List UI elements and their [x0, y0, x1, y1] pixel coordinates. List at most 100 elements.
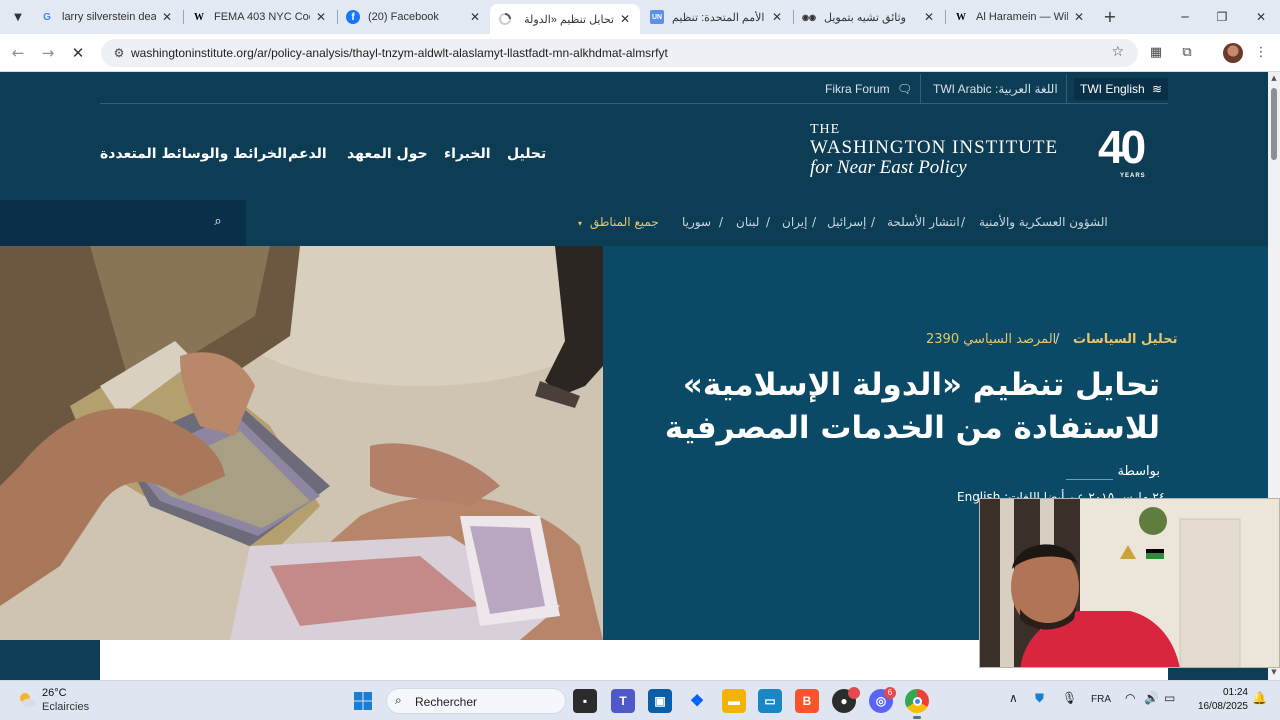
- nav-experts[interactable]: الخبراء: [444, 146, 491, 162]
- region-lebanon[interactable]: لبنان: [736, 215, 759, 229]
- wikipedia-icon: W: [194, 11, 204, 23]
- bookmark-star-icon[interactable]: ☆: [1111, 44, 1124, 60]
- volume-icon[interactable]: 🔊: [1144, 691, 1159, 705]
- clock-time: 01:24: [1222, 687, 1248, 698]
- close-icon[interactable]: ✕: [468, 10, 482, 24]
- close-icon[interactable]: ✕: [1072, 10, 1086, 24]
- breadcrumb-policy-analysis[interactable]: تحليل السياسات: [1073, 332, 1177, 347]
- lang-english-link[interactable]: TWI English ≋: [1074, 78, 1169, 100]
- washington-institute-logo[interactable]: THE WASHINGTON INSTITUTE for Near East P…: [810, 122, 1170, 182]
- teams-icon[interactable]: T: [611, 689, 635, 713]
- back-arrow-icon[interactable]: ←: [7, 42, 29, 64]
- region-nav: ⌕ الشؤون العسكرية والأمنية / انتشار الأس…: [0, 200, 1268, 246]
- obs-recording-badge: [848, 687, 860, 699]
- site-info-icon[interactable]: ⚙: [111, 45, 127, 61]
- tray-overflow-chevron-icon[interactable]: ∧: [1009, 691, 1018, 705]
- close-icon[interactable]: ✕: [314, 10, 328, 24]
- weather-description[interactable]: Eclaircies: [42, 701, 89, 713]
- restore-icon[interactable]: ❐: [1211, 6, 1233, 28]
- notification-bell-icon[interactable]: 🔔: [1252, 691, 1267, 705]
- scrollbar-thumb[interactable]: [1271, 88, 1277, 160]
- tab-wikileaks[interactable]: ◉◉ وثائق تشيه بتمويل ✕: [794, 4, 944, 30]
- forward-arrow-icon[interactable]: →: [37, 42, 59, 64]
- region-separator: /: [961, 215, 966, 229]
- article-title-line-1: تحايل تنظيم «الدولة الإسلامية»: [682, 367, 1160, 403]
- window-close-icon[interactable]: ✕: [1250, 6, 1272, 28]
- webcam-person-illustration: [980, 499, 1279, 667]
- region-military-security[interactable]: الشؤون العسكرية والأمنية: [979, 215, 1108, 229]
- fikra-forum-label: Fikra Forum: [825, 82, 890, 96]
- byline-author-underline[interactable]: [1066, 479, 1113, 480]
- translate-icon[interactable]: ▦: [1147, 44, 1165, 62]
- webcam-overlay: [979, 498, 1280, 668]
- scroll-up-arrow-icon[interactable]: ▲: [1270, 74, 1278, 82]
- extensions-puzzle-icon[interactable]: ⧉: [1178, 44, 1196, 62]
- nav-support[interactable]: الدعم: [288, 146, 327, 162]
- site-search[interactable]: ⌕: [0, 200, 246, 246]
- tab-google-search[interactable]: G larry silverstein deal ✕: [32, 4, 182, 30]
- minimize-icon[interactable]: ─: [1174, 6, 1196, 28]
- close-icon[interactable]: ✕: [770, 10, 784, 24]
- tab-wikipedia-al-haramein[interactable]: W Al Haramein — Wiki ✕: [946, 4, 1094, 30]
- nav-analysis[interactable]: تحليل: [507, 146, 546, 162]
- profile-avatar[interactable]: [1223, 43, 1243, 63]
- wifi-icon[interactable]: ◠: [1125, 691, 1135, 705]
- windows-start-icon[interactable]: [351, 689, 375, 713]
- logo-years: YEARS: [1120, 173, 1146, 179]
- close-icon[interactable]: ✕: [618, 12, 632, 26]
- chat-bubble-icon: 🗨: [897, 82, 913, 96]
- taskbar-clock[interactable]: 01:24 16/08/2025: [1192, 686, 1248, 714]
- search-icon: ⌕: [395, 693, 402, 707]
- address-bar[interactable]: ⚙ washingtoninstitute.org/ar/policy-anal…: [101, 39, 1138, 67]
- nav-maps-media[interactable]: الخرائط والوسائط المتعددة: [100, 146, 287, 162]
- weather-partly-cloudy-icon[interactable]: [16, 689, 38, 711]
- money-counting-illustration: [0, 246, 603, 640]
- tab-facebook[interactable]: f (20) Facebook ✕: [338, 4, 490, 30]
- menu-kebab-icon[interactable]: ⋮: [1252, 44, 1270, 62]
- input-language[interactable]: FRA: [1091, 694, 1111, 705]
- tab-title: FEMA 403 NYC Coop: [214, 11, 310, 23]
- region-weapons-proliferation[interactable]: انتشار الأسلحة: [887, 215, 960, 229]
- article-title: تحايل تنظيم «الدولة الإسلامية» للاستفادة…: [640, 364, 1160, 450]
- all-regions-dropdown[interactable]: جميع المناطق ▾: [578, 215, 659, 229]
- region-separator: /: [812, 215, 817, 229]
- tab-wikipedia-fema[interactable]: W FEMA 403 NYC Coop ✕: [184, 4, 336, 30]
- microphone-icon[interactable]: 🎙: [1062, 691, 1077, 705]
- lang-arabic-link[interactable]: TWI Arabic :اللغة العربية: [933, 78, 1058, 100]
- search-icon[interactable]: ⌕: [210, 214, 226, 230]
- fikra-forum-link[interactable]: Fikra Forum 🗨: [825, 78, 912, 100]
- tab-un-news[interactable]: UN الأمم المتحدة: تنظيم ✕: [642, 4, 792, 30]
- tab-washington-institute[interactable]: تحايل تنظيم «الدولة الإ ✕: [490, 4, 640, 34]
- chrome-icon[interactable]: [905, 689, 929, 713]
- all-regions-label: جميع المناطق: [589, 215, 659, 229]
- brave-icon[interactable]: B: [795, 689, 819, 713]
- tab-title: (20) Facebook: [368, 11, 439, 23]
- dropbox-icon[interactable]: ❖: [685, 689, 709, 713]
- lang-separator: [920, 74, 921, 104]
- chevron-down-icon: ▾: [578, 219, 583, 228]
- taskbar-search-box[interactable]: ⌕ Rechercher: [386, 688, 566, 714]
- clock-date: 16/08/2025: [1197, 701, 1248, 712]
- tab-search-chevron-icon[interactable]: ▼: [6, 5, 30, 29]
- close-icon[interactable]: ✕: [160, 10, 174, 24]
- battery-icon[interactable]: ▭: [1164, 691, 1175, 705]
- weather-temperature[interactable]: 26°C: [42, 687, 67, 699]
- un-icon: UN: [650, 10, 664, 24]
- store-icon[interactable]: ▣: [648, 689, 672, 713]
- region-israel[interactable]: إسرائيل: [827, 215, 866, 229]
- tab-title: الأمم المتحدة: تنظيم: [672, 11, 765, 24]
- nav-about[interactable]: حول المعهد: [347, 146, 428, 162]
- region-syria[interactable]: سوريا: [682, 215, 711, 229]
- lang-english-label: TWI English: [1080, 82, 1145, 96]
- browser-toolbar: ← → ✕ ⚙ washingtoninstitute.org/ar/polic…: [0, 34, 1280, 72]
- scroll-down-arrow-icon[interactable]: ▼: [1270, 668, 1278, 676]
- region-iran[interactable]: إيران: [782, 215, 807, 229]
- remote-desktop-icon[interactable]: ▭: [758, 689, 782, 713]
- defender-shield-icon[interactable]: ⛊: [1035, 691, 1044, 706]
- breadcrumb-policywatch[interactable]: المرصد السياسي 2390: [926, 332, 1056, 347]
- task-view-icon[interactable]: ▪: [573, 689, 597, 713]
- new-tab-plus-icon[interactable]: +: [1100, 7, 1120, 27]
- stop-loading-icon[interactable]: ✕: [67, 42, 89, 64]
- file-explorer-icon[interactable]: ▬: [722, 689, 746, 713]
- close-icon[interactable]: ✕: [922, 10, 936, 24]
